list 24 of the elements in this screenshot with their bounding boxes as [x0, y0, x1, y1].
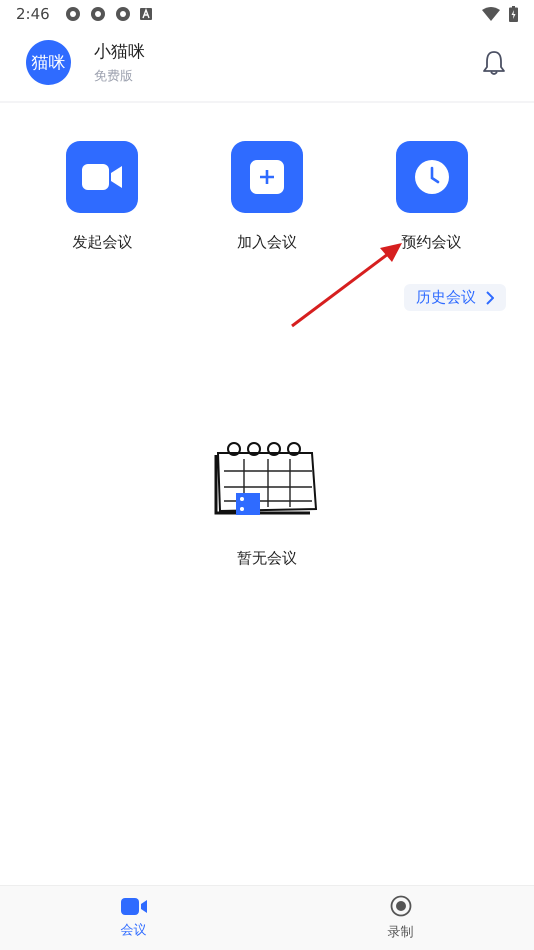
battery-icon — [509, 6, 518, 22]
start-meeting-button[interactable] — [66, 141, 138, 213]
empty-message: 暂无会议 — [237, 549, 297, 568]
avatar[interactable]: 猫咪 — [26, 40, 71, 85]
join-meeting-button[interactable] — [230, 141, 303, 213]
history-button[interactable]: 历史会议 — [404, 284, 506, 311]
status-time: 2:46 — [16, 5, 50, 23]
user-name: 小猫咪 — [94, 41, 146, 63]
video-camera-icon — [82, 164, 122, 190]
font-icon — [140, 8, 152, 20]
tab[interactable]: 会议 — [0, 886, 267, 950]
action-label: 加入会议 — [236, 233, 297, 252]
action-label: 预约会议 — [402, 233, 462, 252]
action-label: 发起会议 — [72, 233, 132, 252]
wifi-icon — [482, 7, 500, 21]
schedule-meeting-button[interactable] — [396, 141, 468, 213]
chevron-icon — [486, 290, 494, 304]
tab[interactable]: 录制 — [267, 886, 534, 950]
plus-icon — [250, 160, 284, 194]
plan-label: 免费版 — [94, 68, 134, 85]
clock-icon — [414, 159, 450, 195]
video-camera-icon — [120, 898, 146, 914]
bell-icon[interactable] — [482, 50, 506, 76]
record-icon — [390, 895, 412, 917]
